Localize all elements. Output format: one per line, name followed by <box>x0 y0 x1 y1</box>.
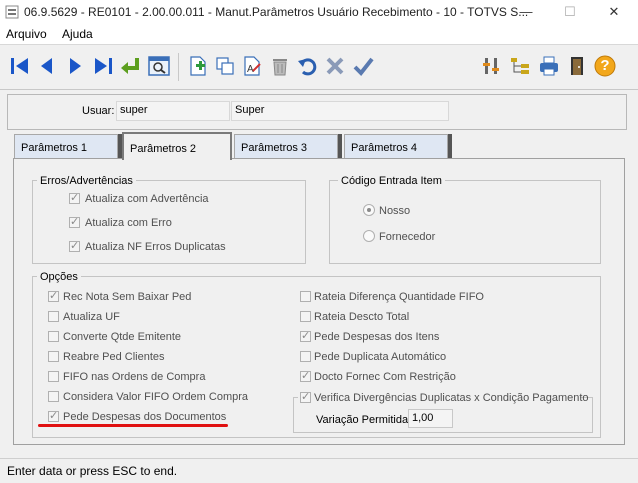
pede-duplicata-label: Pede Duplicata Automático <box>314 351 447 363</box>
prev-icon[interactable] <box>34 53 60 79</box>
rec-nota-checkbox[interactable] <box>48 289 59 302</box>
usuar-name-field[interactable]: Super <box>231 101 449 121</box>
pede-despesas-itens-checkbox[interactable] <box>300 329 311 342</box>
converte-qtde-checkbox[interactable] <box>48 331 59 342</box>
converte-qtde-label: Converte Qtde Emitente <box>63 331 182 343</box>
cancel-icon[interactable] <box>322 53 348 79</box>
atualiza-advertencia-checkbox[interactable] <box>69 191 80 204</box>
docto-fornec-label: Docto Fornec Com Restrição <box>314 371 456 383</box>
menu-ajuda[interactable]: Ajuda <box>62 27 93 41</box>
atualiza-uf-label: Atualiza UF <box>63 311 120 323</box>
codigo-group <box>329 180 601 264</box>
fifo-ordens-checkbox[interactable] <box>48 371 59 382</box>
edit-icon[interactable]: A <box>239 53 265 79</box>
tab-shadow <box>338 134 342 158</box>
print-icon[interactable] <box>536 53 562 79</box>
rateia-descto-checkbox[interactable] <box>300 311 311 322</box>
svg-text:A: A <box>247 64 254 75</box>
toolbar-separator <box>178 53 179 81</box>
close-button[interactable]: ✕ <box>592 0 636 24</box>
atualiza-nf-erros-checkbox[interactable] <box>69 239 80 252</box>
usuar-label: Usuar: <box>82 105 115 117</box>
search-icon[interactable] <box>146 53 172 79</box>
red-underline-annotation <box>38 424 228 427</box>
help-icon[interactable]: ? <box>592 53 618 79</box>
minimize-button[interactable]: — <box>504 0 548 24</box>
codigo-group-title: Código Entrada Item <box>338 175 445 187</box>
nosso-label: Nosso <box>379 205 411 217</box>
undo-icon[interactable] <box>294 53 320 79</box>
tree-icon[interactable] <box>507 53 533 79</box>
title-bar: 06.9.5629 - RE0101 - 2.00.00.011 - Manut… <box>0 0 638 24</box>
rateia-descto-label: Rateia Descto Total <box>314 311 410 323</box>
atualiza-nf-erros-label: Atualiza NF Erros Duplicatas <box>85 241 226 253</box>
last-icon[interactable] <box>90 53 116 79</box>
docto-fornec-checkbox[interactable] <box>300 369 311 382</box>
considera-valor-fifo-label: Considera Valor FIFO Ordem Compra <box>63 391 249 403</box>
tab-parametros-1[interactable]: Parâmetros 1 <box>14 134 118 158</box>
rateia-diferenca-label: Rateia Diferença Quantidade FIFO <box>314 291 484 303</box>
variacao-label: Variação Permitida: <box>316 414 412 426</box>
atualiza-erro-checkbox[interactable] <box>69 215 80 228</box>
tab-parametros-3[interactable]: Parâmetros 3 <box>234 134 338 158</box>
pede-despesas-itens-label: Pede Despesas dos Itens <box>314 331 440 343</box>
tab-parametros-2[interactable]: Parâmetros 2 <box>122 132 232 160</box>
pede-despesas-documentos-label: Pede Despesas dos Documentos <box>63 411 227 423</box>
considera-valor-fifo-checkbox[interactable] <box>48 391 59 402</box>
delete-icon[interactable] <box>267 53 293 79</box>
usuar-code-field[interactable]: super <box>116 101 230 121</box>
fifo-ordens-label: FIFO nas Ordens de Compra <box>63 371 206 383</box>
tools-icon[interactable] <box>478 53 504 79</box>
menu-arquivo[interactable]: Arquivo <box>6 27 47 41</box>
opcoes-group-title: Opções <box>37 271 81 283</box>
reabre-ped-label: Reabre Ped Clientes <box>63 351 165 363</box>
user-panel: Usuar: super Super <box>7 94 627 130</box>
erros-group-title: Erros/Advertências <box>37 175 136 187</box>
maximize-button[interactable]: ☐ <box>548 0 592 24</box>
goto-icon[interactable] <box>118 53 144 79</box>
status-bar: Enter data or press ESC to end. <box>0 458 638 483</box>
verifica-divergencias-label: Verifica Divergências Duplicatas x Condi… <box>314 392 589 404</box>
status-text: Enter data or press ESC to end. <box>7 464 178 478</box>
pede-duplicata-checkbox[interactable] <box>300 351 311 362</box>
copy-icon[interactable] <box>212 53 238 79</box>
variacao-field[interactable]: 1,00 <box>408 409 453 428</box>
menu-bar: Arquivo Ajuda <box>0 24 638 44</box>
tab-parametros-4[interactable]: Parâmetros 4 <box>344 134 448 158</box>
verifica-divergencias-checkbox[interactable] <box>300 390 311 403</box>
exit-icon[interactable] <box>565 53 591 79</box>
pede-despesas-documentos-checkbox[interactable] <box>48 409 59 422</box>
app-icon <box>5 5 19 19</box>
rec-nota-label: Rec Nota Sem Baixar Ped <box>63 291 192 303</box>
help-label: ? <box>600 57 610 74</box>
nosso-radio[interactable] <box>363 204 375 216</box>
window-title: 06.9.5629 - RE0101 - 2.00.00.011 - Manut… <box>24 5 529 19</box>
save-icon[interactable] <box>350 53 376 79</box>
next-icon[interactable] <box>62 53 88 79</box>
atualiza-erro-label: Atualiza com Erro <box>85 217 172 229</box>
first-icon[interactable] <box>7 53 33 79</box>
fornecedor-label: Fornecedor <box>379 231 436 243</box>
toolbar: A ? <box>0 44 638 90</box>
tab-shadow <box>448 134 452 158</box>
atualiza-uf-checkbox[interactable] <box>48 311 59 322</box>
atualiza-advertencia-label: Atualiza com Advertência <box>85 193 209 205</box>
reabre-ped-checkbox[interactable] <box>48 351 59 362</box>
rateia-diferenca-checkbox[interactable] <box>300 291 311 302</box>
new-icon[interactable] <box>185 53 211 79</box>
fornecedor-radio[interactable] <box>363 230 375 242</box>
